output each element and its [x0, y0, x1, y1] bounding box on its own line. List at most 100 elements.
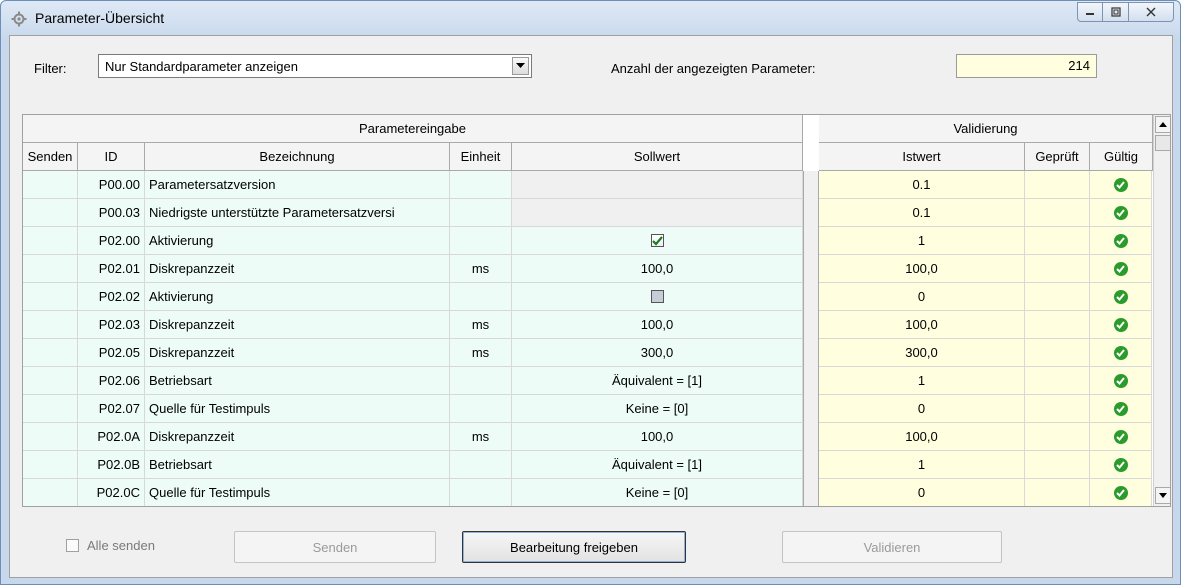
filter-dropdown[interactable]: Nur Standardparameter anzeigen [98, 54, 532, 78]
send-cell[interactable] [23, 227, 78, 255]
send-button[interactable]: Senden [234, 531, 436, 563]
dropdown-arrow-icon[interactable] [512, 57, 529, 75]
parameter-id: P02.03 [78, 311, 145, 339]
send-all-checkbox[interactable]: Alle senden [66, 538, 155, 553]
send-cell[interactable] [23, 283, 78, 311]
table-row[interactable]: P00.03 Niedrigste unterstützte Parameters… [23, 199, 1153, 227]
table-row[interactable]: P02.0A Diskrepanzzeit ms 100,0 100,0 [23, 423, 1153, 451]
send-all-checkbox-box[interactable] [66, 539, 79, 552]
parameter-unit: ms [450, 311, 512, 339]
check-circle-icon [1113, 289, 1128, 304]
parameter-name: Aktivierung [145, 227, 450, 255]
parameter-unit [450, 479, 512, 506]
parameter-name: Diskrepanzzeit [145, 339, 450, 367]
parameter-id: P00.03 [78, 199, 145, 227]
setpoint-cell[interactable]: Keine = [0] [512, 479, 803, 506]
send-cell[interactable] [23, 423, 78, 451]
send-cell[interactable] [23, 311, 78, 339]
parameter-id: P02.02 [78, 283, 145, 311]
parameter-count-label: Anzahl der angezeigten Parameter: [611, 61, 816, 76]
table-row[interactable]: P02.05 Diskrepanzzeit ms 300,0 300,0 [23, 339, 1153, 367]
checked-cell [1025, 255, 1090, 283]
column-header-actual[interactable]: Istwert [819, 143, 1025, 171]
scroll-down-button[interactable] [1155, 487, 1170, 504]
table-row[interactable]: P00.00 Parametersatzversion 0.1 [23, 171, 1153, 199]
minimize-button[interactable] [1077, 2, 1103, 22]
column-header-valid[interactable]: Gültig [1090, 143, 1153, 171]
checked-cell [1025, 423, 1090, 451]
table-row[interactable]: P02.0B Betriebsart Äquivalent = [1] 1 [23, 451, 1153, 479]
actual-value: 100,0 [819, 423, 1025, 451]
send-cell[interactable] [23, 339, 78, 367]
checked-cell [1025, 171, 1090, 199]
column-header-setpoint[interactable]: Sollwert [512, 143, 803, 171]
setpoint-checkbox-unchecked[interactable] [650, 290, 664, 303]
valid-cell [1090, 451, 1152, 479]
parameter-name: Diskrepanzzeit [145, 423, 450, 451]
check-circle-icon [1113, 233, 1128, 248]
checked-cell [1025, 311, 1090, 339]
column-header-checked[interactable]: Geprüft [1025, 143, 1090, 171]
setpoint-cell[interactable]: 100,0 [512, 255, 803, 283]
close-button[interactable] [1129, 2, 1174, 22]
setpoint-cell[interactable] [512, 283, 803, 311]
setpoint-cell[interactable]: 100,0 [512, 423, 803, 451]
table-row[interactable]: P02.01 Diskrepanzzeit ms 100,0 100,0 [23, 255, 1153, 283]
parameter-name: Betriebsart [145, 451, 450, 479]
column-header-id[interactable]: ID [78, 143, 145, 171]
table-row[interactable]: P02.0C Quelle für Testimpuls Keine = [0] 0 [23, 479, 1153, 506]
maximize-button[interactable] [1103, 2, 1129, 22]
enable-edit-button[interactable]: Bearbeitung freigeben [462, 531, 686, 563]
valid-cell [1090, 171, 1152, 199]
table-row[interactable]: P02.00 Aktivierung 1 [23, 227, 1153, 255]
setpoint-cell[interactable]: Keine = [0] [512, 395, 803, 423]
table-row[interactable]: P02.02 Aktivierung 0 [23, 283, 1153, 311]
column-header-send[interactable]: Senden [23, 143, 78, 171]
check-circle-icon [1113, 205, 1128, 220]
setpoint-cell[interactable]: 100,0 [512, 311, 803, 339]
setpoint-cell[interactable]: Äquivalent = [1] [512, 367, 803, 395]
scroll-up-button[interactable] [1155, 116, 1170, 133]
parameter-unit: ms [450, 255, 512, 283]
send-cell[interactable] [23, 479, 78, 506]
parameter-id: P02.0A [78, 423, 145, 451]
parameter-name: Aktivierung [145, 283, 450, 311]
setpoint-cell[interactable] [512, 227, 803, 255]
scroll-thumb[interactable] [1155, 135, 1170, 151]
table-row[interactable]: P02.06 Betriebsart Äquivalent = [1] 1 [23, 367, 1153, 395]
checked-cell [1025, 227, 1090, 255]
client-area: Filter: Nur Standardparameter anzeigen A… [9, 35, 1173, 578]
parameter-unit [450, 199, 512, 227]
setpoint-checkbox-checked[interactable] [650, 234, 664, 247]
actual-value: 0.1 [819, 171, 1025, 199]
send-cell[interactable] [23, 171, 78, 199]
valid-cell [1090, 199, 1152, 227]
column-header-unit[interactable]: Einheit [450, 143, 512, 171]
filter-selected-value: Nur Standardparameter anzeigen [105, 59, 298, 74]
send-cell[interactable] [23, 451, 78, 479]
send-all-label: Alle senden [87, 538, 155, 553]
window-title: Parameter-Übersicht [35, 10, 165, 26]
table-row[interactable]: P02.03 Diskrepanzzeit ms 100,0 100,0 [23, 311, 1153, 339]
column-header-name[interactable]: Bezeichnung [145, 143, 450, 171]
actual-value: 1 [819, 451, 1025, 479]
valid-cell [1090, 479, 1152, 506]
send-cell[interactable] [23, 255, 78, 283]
parameter-name: Betriebsart [145, 367, 450, 395]
send-cell[interactable] [23, 395, 78, 423]
actual-value: 300,0 [819, 339, 1025, 367]
setpoint-cell[interactable]: 300,0 [512, 339, 803, 367]
parameter-unit [450, 171, 512, 199]
validate-button[interactable]: Validieren [782, 531, 1002, 563]
setpoint-value: 100,0 [640, 261, 674, 276]
parameter-name: Niedrigste unterstützte Parametersatzver… [145, 199, 450, 227]
maximize-icon [1110, 7, 1121, 17]
parameter-unit [450, 395, 512, 423]
send-cell[interactable] [23, 199, 78, 227]
checked-cell [1025, 367, 1090, 395]
setpoint-cell[interactable]: Äquivalent = [1] [512, 451, 803, 479]
valid-cell [1090, 423, 1152, 451]
vertical-scrollbar[interactable] [1153, 115, 1170, 506]
table-row[interactable]: P02.07 Quelle für Testimpuls Keine = [0] 0 [23, 395, 1153, 423]
send-cell[interactable] [23, 367, 78, 395]
